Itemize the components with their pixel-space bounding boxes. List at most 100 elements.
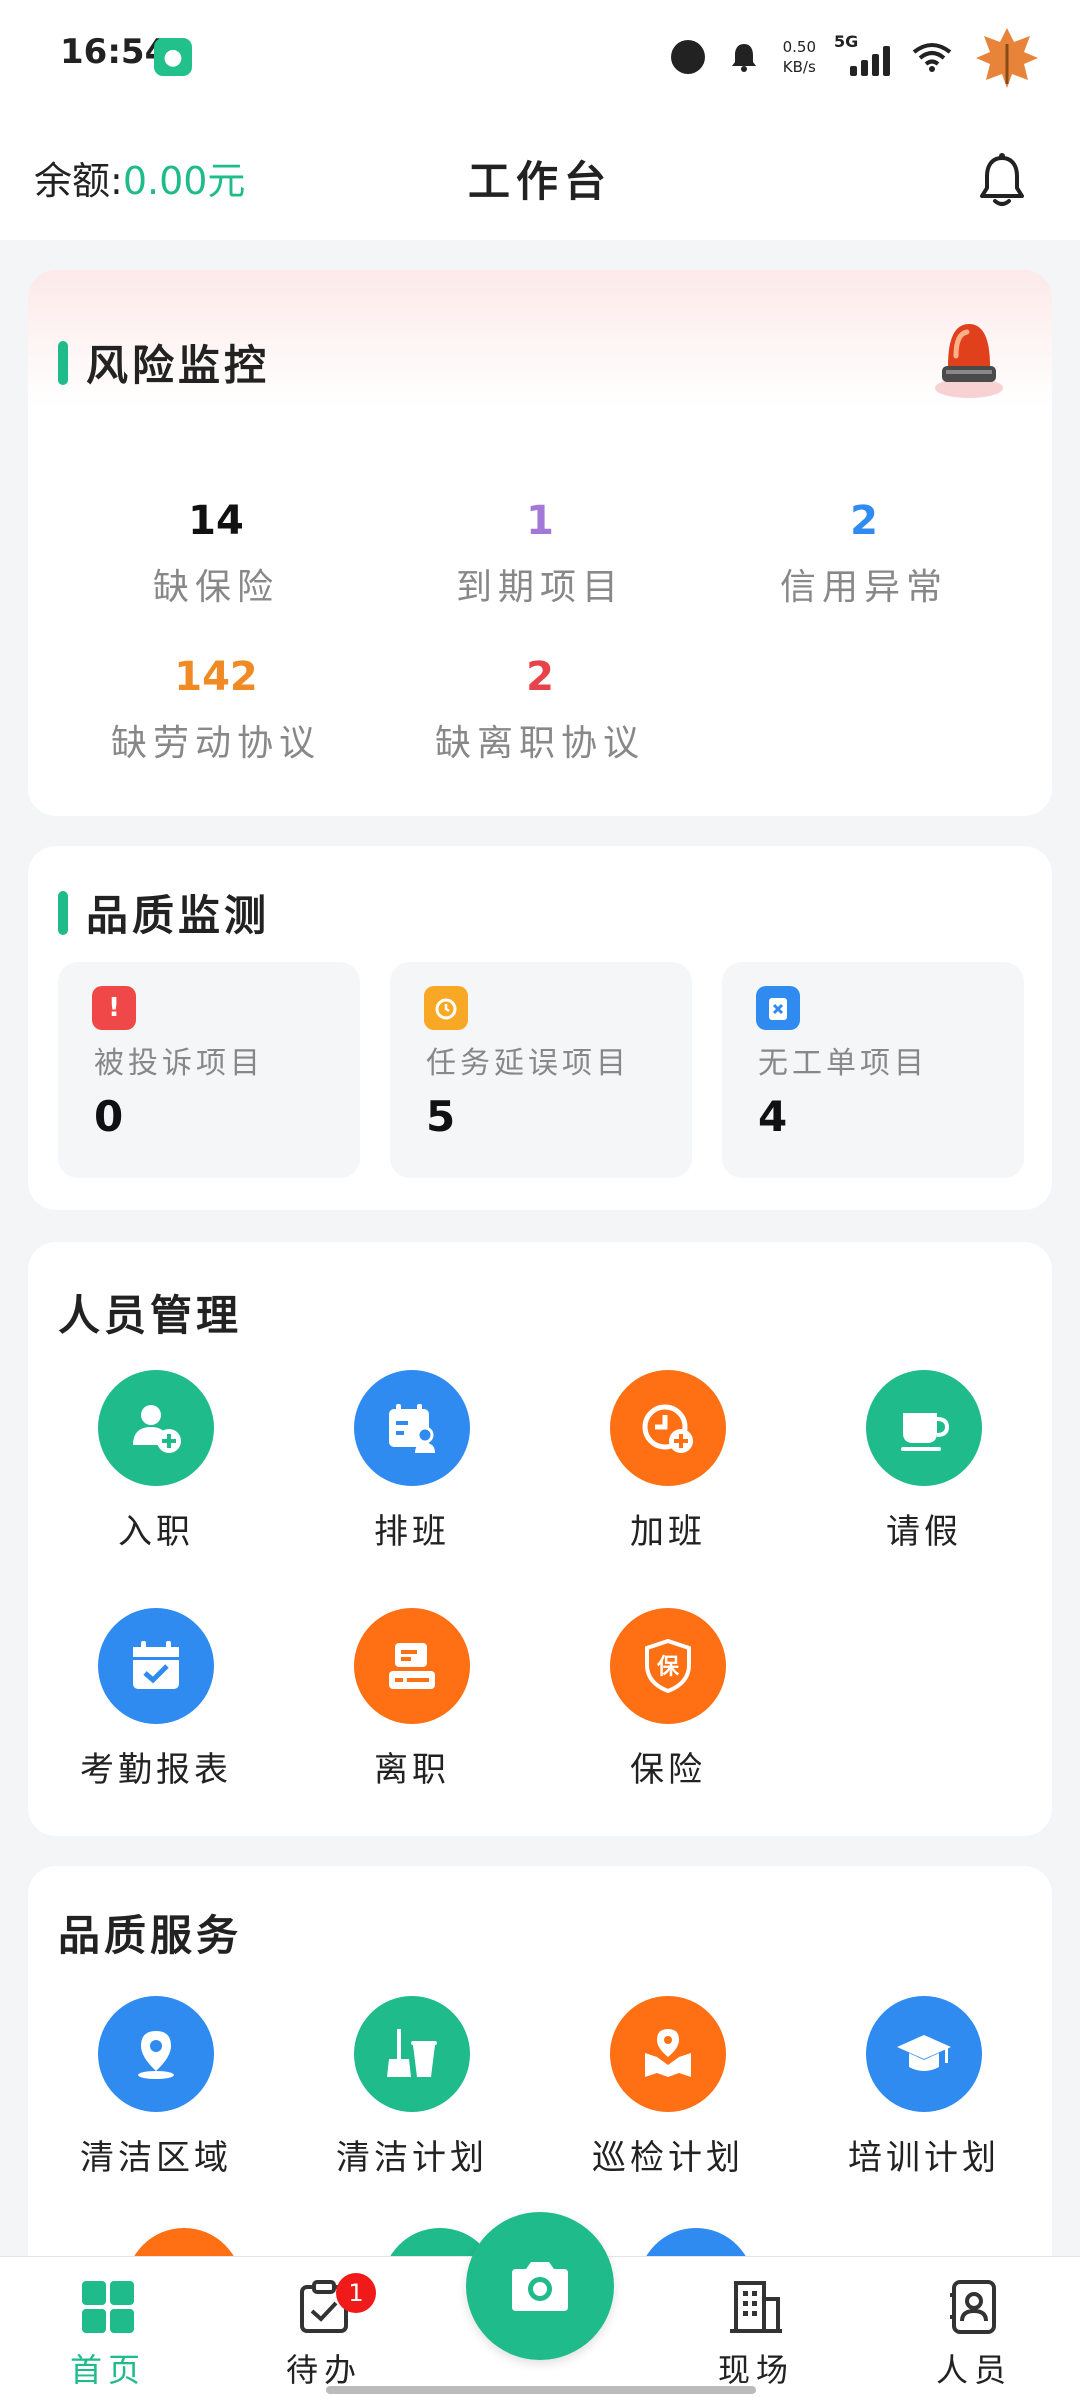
signal-icon: 5G xyxy=(834,32,890,76)
metric-missing-insurance[interactable]: 14 缺保险 xyxy=(46,498,386,610)
cleaning-plan-button[interactable]: 清洁计划 xyxy=(284,1996,540,2179)
todo-badge: 1 xyxy=(336,2273,376,2313)
quality-monitor-card: 品质监测 ! 被投诉项目 0 任务延误项目 5 无工单项目 4 xyxy=(28,846,1052,1210)
tile-delayed-tasks[interactable]: 任务延误项目 5 xyxy=(390,962,692,1178)
item-label: 请假 xyxy=(886,1512,962,1552)
metric-label: 信用异常 xyxy=(779,567,948,608)
schedule-button[interactable]: 排班 xyxy=(284,1370,540,1553)
metric-value: 2 xyxy=(850,498,878,544)
contact-book-icon xyxy=(950,2280,996,2334)
resign-icon xyxy=(354,1608,470,1724)
nav-todo[interactable]: 1 待办 xyxy=(254,2273,394,2391)
metric-label: 缺劳动协议 xyxy=(110,723,321,764)
metric-label: 缺保险 xyxy=(152,567,279,608)
insurance-glyph: 保 xyxy=(656,1655,680,1680)
wifi-icon xyxy=(912,43,952,72)
bell-icon[interactable] xyxy=(976,152,1028,208)
mute-bell-icon xyxy=(727,40,761,74)
overtime-icon xyxy=(610,1370,726,1486)
item-label: 加班 xyxy=(630,1512,706,1552)
personnel-title: 人员管理 xyxy=(58,1291,243,1340)
item-label: 离职 xyxy=(374,1750,450,1790)
tile-label: 被投诉项目 xyxy=(94,1046,264,1081)
item-label: 清洁区域 xyxy=(80,2138,232,2178)
risk-monitor-title-text: 风险监控 xyxy=(86,341,271,390)
network-type: 5G xyxy=(834,32,859,51)
nav-label: 现场 xyxy=(717,2351,794,2389)
camera-button[interactable] xyxy=(466,2212,614,2360)
metric-missing-labor-contract[interactable]: 142 缺劳动协议 xyxy=(46,654,386,766)
alert-icon: ! xyxy=(92,986,136,1030)
calendar-check-icon xyxy=(98,1608,214,1724)
tile-no-work-order[interactable]: 无工单项目 4 xyxy=(722,962,1024,1178)
insurance-button[interactable]: 保 保险 xyxy=(540,1608,796,1791)
app-header: 余额:0.00元 工作台 xyxy=(0,112,1080,240)
tile-value: 0 xyxy=(94,1092,124,1141)
title-accent-bar xyxy=(58,340,68,385)
quality-monitor-title: 品质监测 xyxy=(58,882,270,943)
metric-label: 到期项目 xyxy=(455,567,624,608)
status-time: 16:54 xyxy=(60,32,169,72)
speed-value: 0.50 xyxy=(782,38,816,56)
metric-value: 14 xyxy=(188,498,244,544)
risk-monitor-card: 风险监控 14 缺保险 1 到期项目 2 信用异常 142 缺劳动协议 2 缺离… xyxy=(28,270,1052,816)
insurance-shield-icon: 保 xyxy=(610,1608,726,1724)
home-indicator[interactable] xyxy=(326,2386,756,2394)
item-label: 培训计划 xyxy=(848,2138,1000,2178)
page-title: 工作台 xyxy=(467,157,612,206)
title-accent-bar xyxy=(58,890,68,935)
metric-credit-abnormal[interactable]: 2 信用异常 xyxy=(694,498,1034,610)
broom-bucket-icon xyxy=(354,1996,470,2112)
nav-label: 首页 xyxy=(69,2351,146,2389)
onboard-button[interactable]: 入职 xyxy=(28,1370,284,1553)
attendance-report-button[interactable]: 考勤报表 xyxy=(28,1608,284,1791)
tile-value: 5 xyxy=(426,1092,456,1141)
resign-button[interactable]: 离职 xyxy=(284,1608,540,1791)
camera-icon xyxy=(512,2262,568,2311)
item-label: 保险 xyxy=(630,1750,706,1790)
metric-expiring-projects[interactable]: 1 到期项目 xyxy=(370,498,710,610)
leave-button[interactable]: 请假 xyxy=(796,1370,1052,1553)
item-label: 清洁计划 xyxy=(336,2138,488,2178)
metric-value: 1 xyxy=(526,498,554,544)
status-bar: 16:54 ● 0.50 KB/s 5G xyxy=(0,0,1080,112)
clipboard-x-icon xyxy=(756,986,800,1030)
app-notification-icon: ● xyxy=(154,38,192,76)
item-label: 考勤报表 xyxy=(80,1750,232,1790)
cleaning-area-button[interactable]: 清洁区域 xyxy=(28,1996,284,2179)
home-grid-icon xyxy=(82,2281,134,2333)
nav-personnel[interactable]: 人员 xyxy=(904,2279,1044,2391)
nav-label: 人员 xyxy=(935,2351,1012,2389)
item-label: 入职 xyxy=(118,1512,194,1552)
tile-label: 无工单项目 xyxy=(758,1046,928,1081)
risk-monitor-title: 风险监控 xyxy=(58,332,270,393)
overtime-button[interactable]: 加班 xyxy=(540,1370,796,1553)
tile-value: 4 xyxy=(758,1092,788,1141)
speed-unit: KB/s xyxy=(782,58,816,76)
tile-complained-projects[interactable]: ! 被投诉项目 0 xyxy=(58,962,360,1178)
tile-label: 任务延误项目 xyxy=(426,1046,630,1081)
metric-missing-resignation-agreement[interactable]: 2 缺离职协议 xyxy=(370,654,710,766)
patrol-plan-button[interactable]: 巡检计划 xyxy=(540,1996,796,2179)
nav-site[interactable]: 现场 xyxy=(686,2279,826,2391)
metric-value: 142 xyxy=(174,654,258,700)
training-plan-button[interactable]: 培训计划 xyxy=(796,1996,1052,2179)
personnel-management-card: 人员管理 入职 排班 加班 请假 考勤报表 离职 保 保险 xyxy=(28,1242,1052,1836)
patrol-map-icon xyxy=(610,1996,726,2112)
quality-service-title: 品质服务 xyxy=(58,1911,243,1960)
location-pin-icon xyxy=(98,1996,214,2112)
schedule-icon xyxy=(354,1370,470,1486)
network-speed: 0.50 KB/s xyxy=(783,37,816,77)
coffee-cup-icon xyxy=(866,1370,982,1486)
nav-home[interactable]: 首页 xyxy=(38,2279,178,2391)
building-icon xyxy=(730,2281,782,2333)
graduation-cap-icon xyxy=(866,1996,982,2112)
metric-label: 缺离职协议 xyxy=(434,723,645,764)
nav-label: 待办 xyxy=(285,2351,362,2389)
status-icons: 0.50 KB/s 5G xyxy=(670,24,1040,90)
siren-icon xyxy=(935,324,1003,398)
quality-monitor-title-text: 品质监测 xyxy=(86,891,271,940)
avatar[interactable] xyxy=(974,24,1040,90)
metric-value: 2 xyxy=(526,654,554,700)
add-user-icon xyxy=(98,1370,214,1486)
